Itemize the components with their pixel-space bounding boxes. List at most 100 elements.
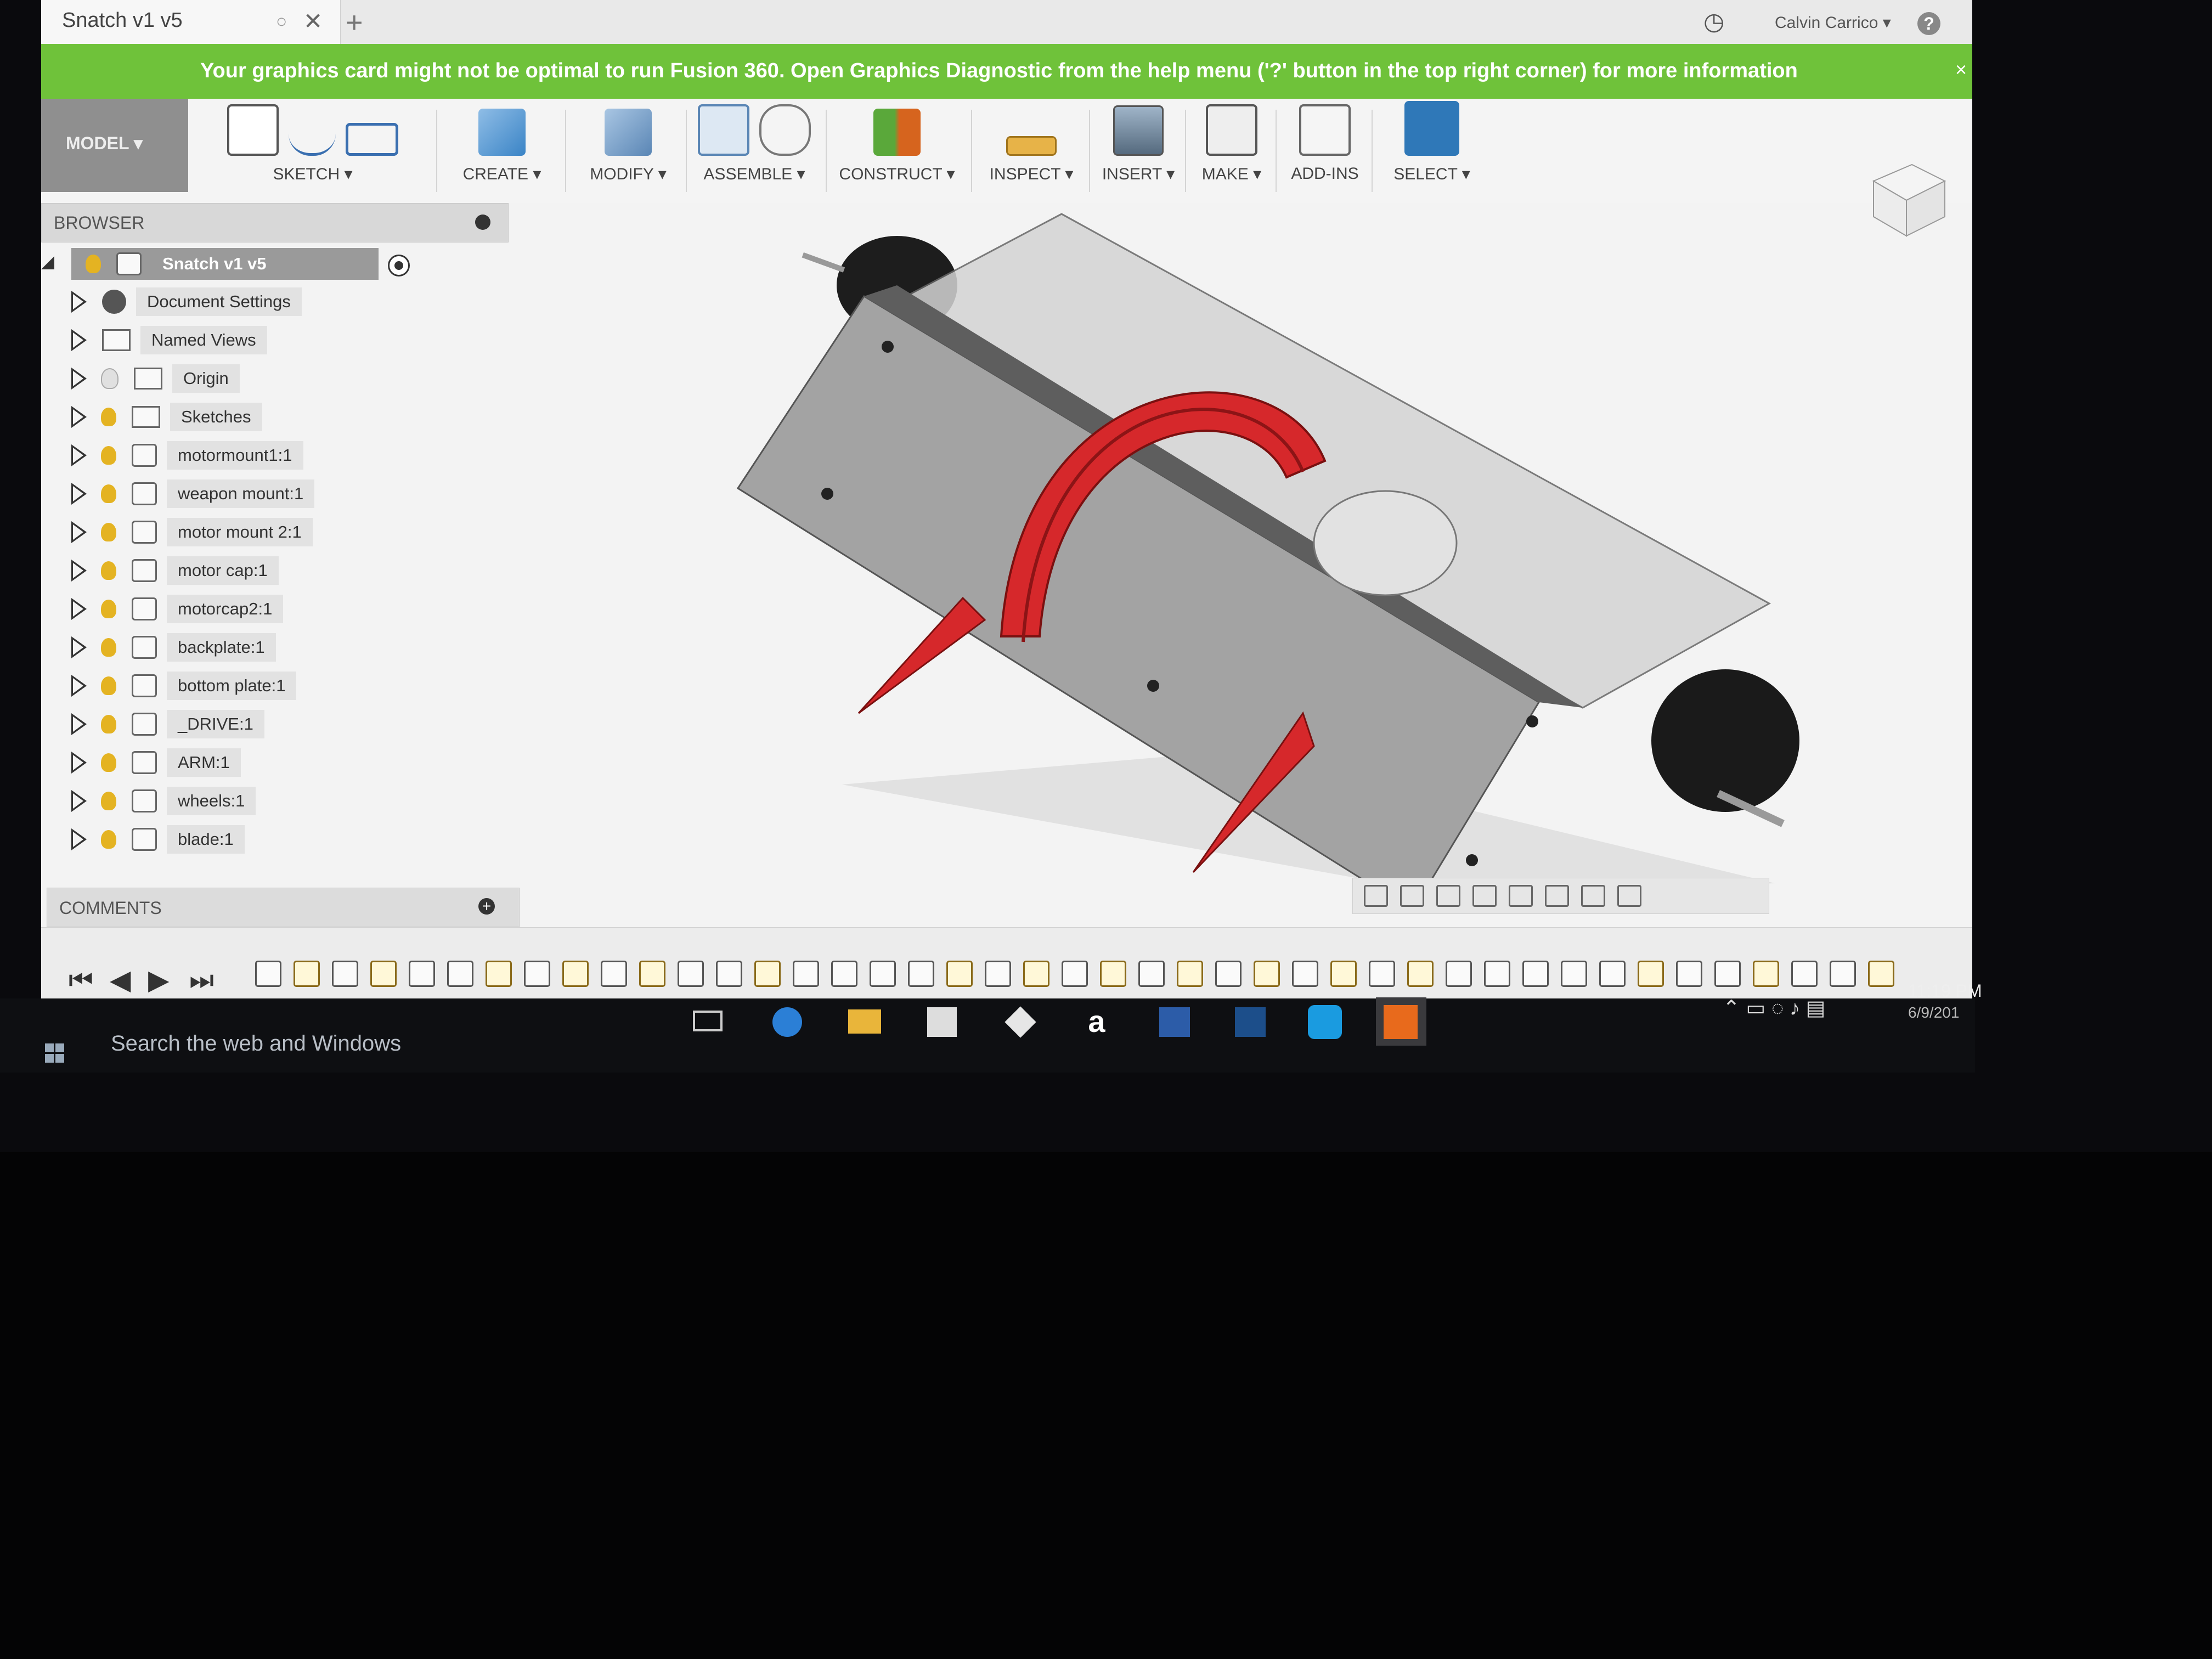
expand-triangle-icon[interactable] <box>71 406 87 428</box>
go-to-start-icon[interactable]: ⏮ <box>69 964 93 996</box>
timeline-feature[interactable] <box>1599 961 1626 987</box>
toolbar-modify[interactable]: MODIFY ▾ <box>573 106 683 194</box>
job-status-icon[interactable]: ◷ <box>1703 8 1724 36</box>
browser-item[interactable]: backplate:1 <box>71 631 276 664</box>
expand-triangle-icon[interactable] <box>71 444 87 466</box>
timeline-feature[interactable] <box>447 961 473 987</box>
visibility-bulb-icon[interactable] <box>101 638 116 657</box>
browser-item[interactable]: Document Settings <box>71 285 302 318</box>
insert-menu[interactable]: INSERT ▾ <box>1094 165 1182 184</box>
browser-item[interactable]: Origin <box>71 362 240 395</box>
browser-item[interactable]: ARM:1 <box>71 746 241 779</box>
timeline-feature[interactable] <box>562 961 589 987</box>
browser-item[interactable]: wheels:1 <box>71 785 256 817</box>
timeline-feature[interactable] <box>486 961 512 987</box>
workspace-switcher[interactable]: MODEL ▾ <box>41 99 188 192</box>
visibility-bulb-icon[interactable] <box>101 368 119 389</box>
timeline-feature[interactable] <box>1868 961 1894 987</box>
3d-viewport[interactable] <box>513 203 1972 916</box>
timeline-feature[interactable] <box>1407 961 1434 987</box>
dropbox-icon[interactable] <box>996 997 1046 1046</box>
file-explorer-icon[interactable] <box>839 997 890 1046</box>
new-tab-button[interactable]: + <box>346 5 363 40</box>
create-menu[interactable]: CREATE ▾ <box>447 165 557 184</box>
toolbar-select[interactable]: SELECT ▾ <box>1380 101 1484 194</box>
grid-settings-icon[interactable] <box>1581 885 1605 907</box>
timeline-feature[interactable] <box>1753 961 1779 987</box>
timeline-feature[interactable] <box>678 961 704 987</box>
visibility-bulb-icon[interactable] <box>101 600 116 618</box>
visibility-bulb-icon[interactable] <box>101 484 116 503</box>
toolbar-assemble[interactable]: ASSEMBLE ▾ <box>691 104 817 194</box>
orbit-icon[interactable] <box>1364 885 1388 907</box>
timeline-feature[interactable] <box>870 961 896 987</box>
timeline-feature[interactable] <box>1138 961 1165 987</box>
expand-triangle-icon[interactable] <box>71 598 87 620</box>
timeline-feature[interactable] <box>601 961 627 987</box>
expand-triangle-icon[interactable] <box>71 713 87 735</box>
sketch-menu[interactable]: SKETCH ▾ <box>200 165 425 184</box>
expand-triangle-icon[interactable] <box>71 368 87 390</box>
timeline-feature[interactable] <box>1369 961 1395 987</box>
browser-item[interactable]: motormount1:1 <box>71 439 303 472</box>
visibility-bulb-icon[interactable] <box>101 523 116 541</box>
expand-triangle-icon[interactable] <box>71 790 87 812</box>
clock-time[interactable]: 11:19 PM <box>1908 981 1982 1001</box>
toolbar-insert[interactable]: INSERT ▾ <box>1094 105 1182 194</box>
timeline-feature[interactable] <box>370 961 397 987</box>
timeline-feature[interactable] <box>409 961 435 987</box>
timeline-feature[interactable] <box>1023 961 1049 987</box>
visibility-bulb-icon[interactable] <box>86 255 101 273</box>
timeline-feature[interactable] <box>1676 961 1702 987</box>
collapse-browser-icon[interactable] <box>475 215 490 230</box>
measure-icon[interactable] <box>1006 136 1057 156</box>
previous-step-icon[interactable]: ◀ <box>110 964 131 996</box>
timeline-feature[interactable] <box>1254 961 1280 987</box>
look-at-icon[interactable] <box>1400 885 1424 907</box>
browser-item[interactable]: Sketches <box>71 400 262 433</box>
construct-menu[interactable]: CONSTRUCT ▾ <box>831 165 963 184</box>
add-ins-menu[interactable]: ADD-INS <box>1281 165 1369 183</box>
browser-item[interactable]: blade:1 <box>71 823 245 856</box>
timeline-feature[interactable] <box>908 961 934 987</box>
timeline-feature[interactable] <box>1791 961 1818 987</box>
visibility-bulb-icon[interactable] <box>101 753 116 772</box>
pan-icon[interactable] <box>1436 885 1460 907</box>
timeline-feature[interactable] <box>294 961 320 987</box>
insert-image-icon[interactable] <box>1113 105 1164 156</box>
timeline-feature[interactable] <box>985 961 1011 987</box>
create-sketch-icon[interactable] <box>227 104 279 156</box>
toolbar-add-ins[interactable]: ADD-INS <box>1281 104 1369 194</box>
timeline-feature[interactable] <box>831 961 857 987</box>
timeline-feature[interactable] <box>1100 961 1126 987</box>
clock-date[interactable]: 6/9/201 <box>1908 1004 1959 1022</box>
timeline-feature[interactable] <box>754 961 781 987</box>
document-tab[interactable]: Snatch v1 v5 ○ ✕ <box>41 0 341 44</box>
windows-start-icon[interactable] <box>45 1043 65 1063</box>
timeline-feature[interactable] <box>1292 961 1318 987</box>
extrude-icon[interactable] <box>478 109 526 156</box>
make-menu[interactable]: MAKE ▾ <box>1190 165 1273 184</box>
assemble-menu[interactable]: ASSEMBLE ▾ <box>691 165 817 184</box>
taskbar-search[interactable]: Search the web and Windows <box>111 1031 401 1056</box>
new-component-icon[interactable] <box>698 104 749 156</box>
system-tray-icons[interactable]: ⌃ ▭ ◌ ♪ ▤ <box>1723 996 1825 1020</box>
word-icon[interactable] <box>1149 997 1200 1046</box>
display-settings-icon[interactable] <box>1545 885 1569 907</box>
expand-triangle-icon[interactable] <box>71 636 87 658</box>
onenote-icon[interactable] <box>1225 997 1276 1046</box>
store-icon[interactable] <box>917 997 968 1046</box>
offset-plane-icon[interactable] <box>873 109 921 156</box>
browser-item[interactable]: motor mount 2:1 <box>71 516 313 549</box>
toolbar-make[interactable]: MAKE ▾ <box>1190 104 1273 194</box>
timeline-feature[interactable] <box>1561 961 1587 987</box>
zoom-icon[interactable] <box>1472 885 1497 907</box>
toolbar-sketch[interactable]: SKETCH ▾ <box>200 104 425 194</box>
visibility-bulb-icon[interactable] <box>101 446 116 465</box>
browser-item[interactable]: motorcap2:1 <box>71 592 284 625</box>
scripts-icon[interactable] <box>1299 104 1351 156</box>
timeline-feature[interactable] <box>1484 961 1510 987</box>
viewports-icon[interactable] <box>1617 885 1641 907</box>
rectangle-icon[interactable] <box>346 123 398 156</box>
timeline-feature[interactable] <box>1215 961 1242 987</box>
